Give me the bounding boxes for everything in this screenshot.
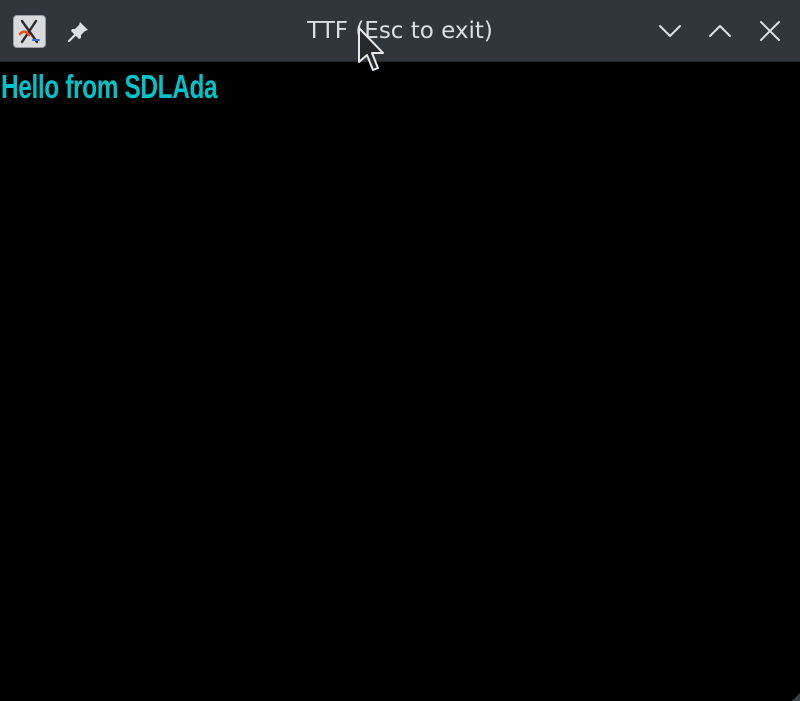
app-window: TTF (Esc to exit) Hello from SDLAda [0,0,800,701]
title-bar[interactable]: TTF (Esc to exit) [0,0,800,62]
pin-icon[interactable] [66,18,92,44]
close-button[interactable] [755,16,785,46]
maximize-button[interactable] [705,16,735,46]
close-icon [760,21,780,41]
window-title: TTF (Esc to exit) [307,18,493,44]
chevron-up-icon [709,25,731,37]
render-surface[interactable]: Hello from SDLAda [0,62,800,701]
resize-grip-icon[interactable] [790,691,800,701]
x-app-icon[interactable] [13,15,46,48]
minimize-button[interactable] [655,16,685,46]
hello-text: Hello from SDLAda [1,68,218,105]
chevron-down-icon [659,25,681,37]
